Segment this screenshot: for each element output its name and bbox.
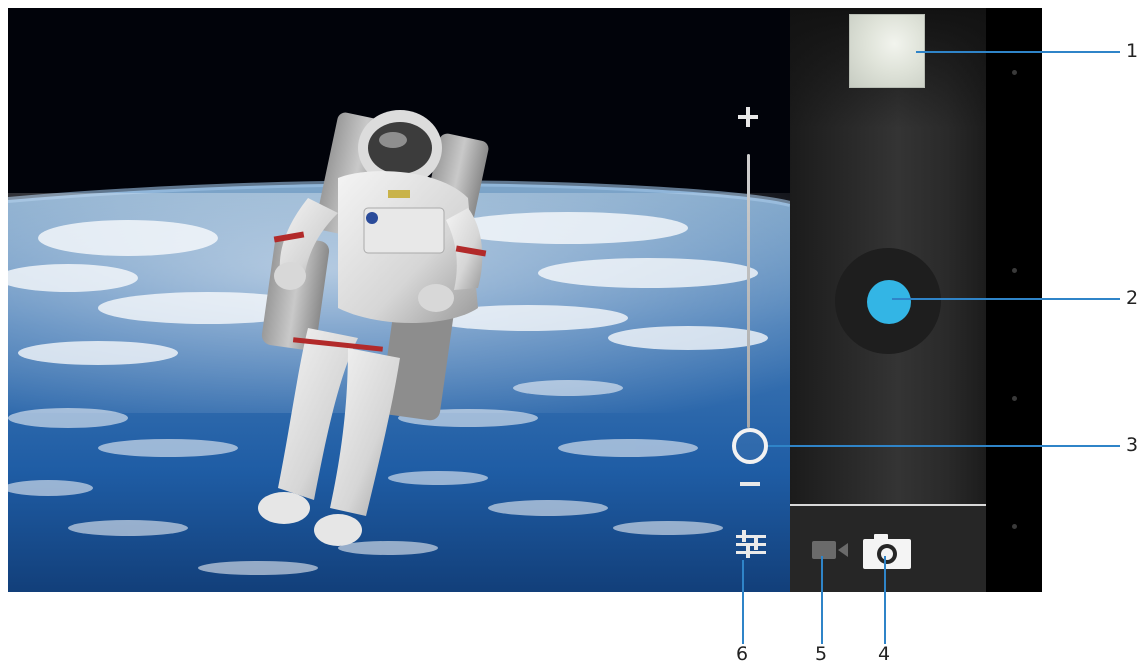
annotated-camera-screenshot: 1 2 3 4 5 6 — [0, 0, 1148, 664]
nav-dot[interactable] — [1012, 524, 1017, 529]
callout-line-5 — [821, 556, 823, 644]
nav-dot[interactable] — [1012, 268, 1017, 273]
zoom-slider-track[interactable] — [747, 154, 750, 428]
last-photo-thumbnail[interactable] — [849, 14, 925, 88]
camera-icon[interactable] — [862, 532, 912, 570]
callout-line-4 — [884, 556, 886, 644]
settings-sliders-icon[interactable] — [734, 528, 768, 560]
nav-dot[interactable] — [1012, 70, 1017, 75]
zoom-slider-thumb[interactable] — [732, 428, 768, 464]
callout-line-6 — [742, 560, 744, 644]
shutter-button[interactable] — [867, 280, 911, 324]
system-nav-bar — [986, 8, 1042, 592]
device-screen — [8, 8, 1042, 592]
camera-control-panel — [790, 8, 986, 592]
nav-dot[interactable] — [1012, 396, 1017, 401]
zoom-out-icon[interactable] — [740, 482, 760, 486]
callout-line-3 — [768, 445, 1120, 447]
camera-viewfinder[interactable] — [8, 8, 790, 592]
preview-image — [8, 8, 790, 592]
video-camera-icon[interactable] — [812, 540, 850, 560]
zoom-in-icon[interactable] — [738, 106, 760, 128]
callout-number-4: 4 — [878, 643, 891, 664]
callout-number-5: 5 — [815, 643, 828, 664]
callout-number-1: 1 — [1126, 40, 1139, 62]
callout-number-6: 6 — [736, 643, 749, 664]
callout-line-1 — [916, 51, 1120, 53]
callout-number-2: 2 — [1126, 287, 1139, 309]
callout-line-2 — [892, 298, 1120, 300]
callout-number-3: 3 — [1126, 434, 1139, 456]
